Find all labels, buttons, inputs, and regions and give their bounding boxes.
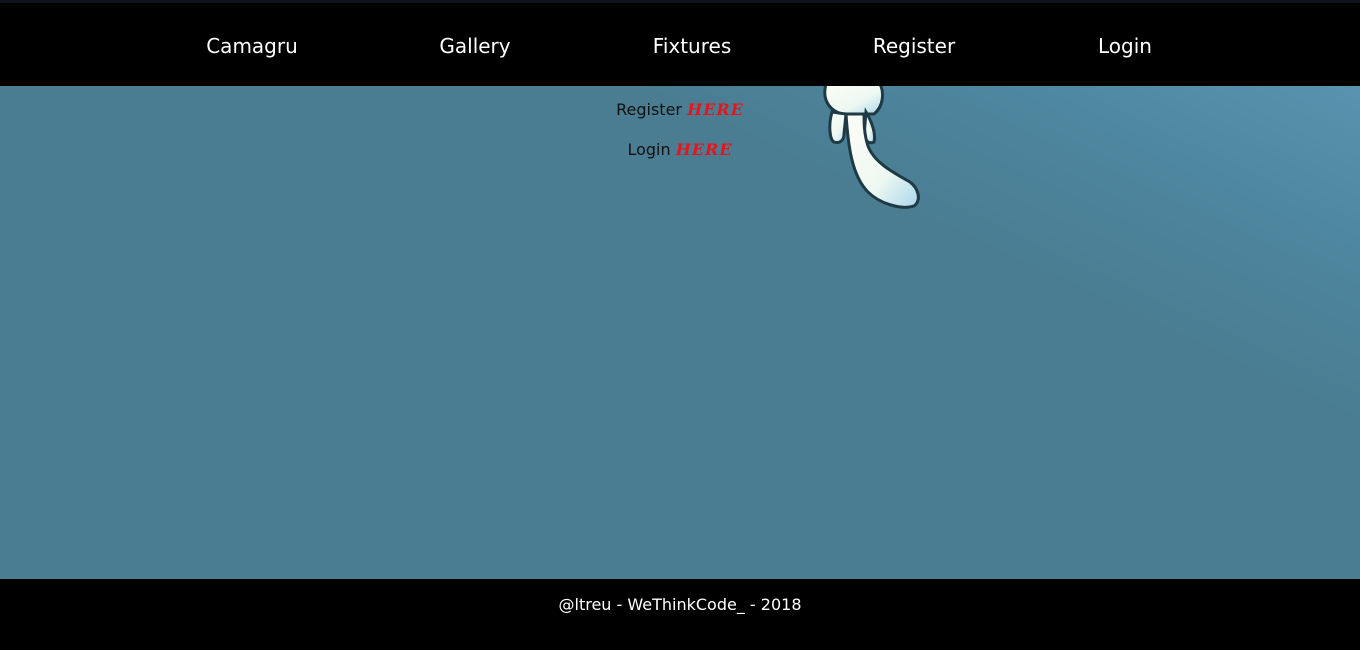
footer: @ltreu - WeThinkCode_ - 2018 [0, 579, 1360, 650]
main-content: Register HERE Login HERE [0, 86, 1360, 579]
login-prompt-label: Login [627, 140, 671, 159]
nav-item-camagru[interactable]: Camagru [206, 33, 298, 59]
register-prompt-label: Register [616, 100, 682, 119]
register-prompt: Register HERE [0, 100, 1360, 119]
login-here-link[interactable]: HERE [676, 140, 733, 159]
top-navbar: Camagru Gallery Fixtures Register Login [0, 0, 1360, 86]
footer-credit: @ltreu - WeThinkCode_ - 2018 [558, 595, 802, 614]
nav-item-login[interactable]: Login [1098, 33, 1152, 59]
page: Camagru Gallery Fixtures Register Login … [0, 0, 1360, 650]
nav-item-fixtures[interactable]: Fixtures [653, 33, 731, 59]
nav-item-gallery[interactable]: Gallery [439, 33, 510, 59]
login-prompt: Login HERE [0, 140, 1360, 159]
nav-item-register[interactable]: Register [873, 33, 955, 59]
register-here-link[interactable]: HERE [687, 100, 744, 119]
